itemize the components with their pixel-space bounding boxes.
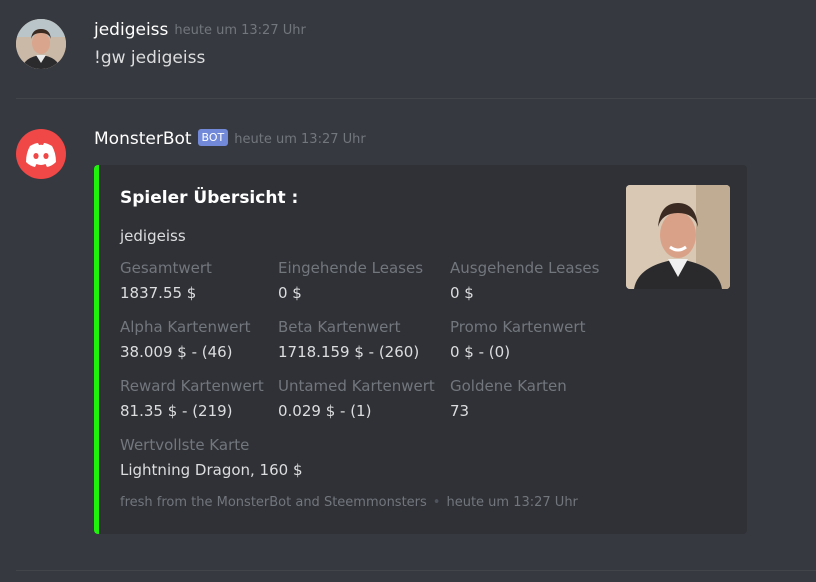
embed-field: Eingehende Leases 0 $ bbox=[278, 259, 423, 302]
bot-badge: BOT bbox=[197, 129, 229, 146]
embed-thumbnail[interactable] bbox=[626, 185, 730, 289]
footer-separator: • bbox=[432, 495, 441, 510]
embed-description: jedigeiss bbox=[120, 227, 186, 245]
embed-field: Alpha Kartenwert 38.009 $ - (46) bbox=[120, 318, 251, 361]
field-value: 73 bbox=[450, 402, 470, 420]
footer-text: fresh from the MonsterBot and Steemmonst… bbox=[120, 495, 427, 510]
message-content: !gw jedigeiss bbox=[94, 48, 206, 68]
bot-embed: Spieler Übersicht : jedigeiss Gesamtwert… bbox=[94, 165, 747, 534]
person-photo-icon bbox=[626, 185, 730, 289]
field-value: 38.009 $ - (46) bbox=[120, 343, 233, 361]
field-value: Lightning Dragon, 160 $ bbox=[120, 461, 303, 479]
embed-footer: fresh from the MonsterBot and Steemmonst… bbox=[120, 495, 578, 510]
field-value: 1718.159 $ - (260) bbox=[278, 343, 420, 361]
username[interactable]: jedigeiss heute um 13:27 Uhr bbox=[94, 20, 306, 40]
embed-field: Gesamtwert 1837.55 $ bbox=[120, 259, 212, 302]
field-name: Gesamtwert bbox=[120, 259, 212, 277]
field-value: 81.35 $ - (219) bbox=[120, 402, 233, 420]
field-name: Ausgehende Leases bbox=[450, 259, 600, 277]
embed-field: Untamed Kartenwert 0.029 $ - (1) bbox=[278, 377, 435, 420]
embed-field: Promo Kartenwert 0 $ - (0) bbox=[450, 318, 585, 361]
field-name: Alpha Kartenwert bbox=[120, 318, 251, 336]
field-value: 0 $ bbox=[278, 284, 302, 302]
embed-title: Spieler Übersicht : bbox=[120, 188, 299, 208]
field-value: 0 $ - (0) bbox=[450, 343, 511, 361]
field-value: 0.029 $ - (1) bbox=[278, 402, 372, 420]
user-avatar[interactable] bbox=[16, 19, 66, 69]
person-avatar-icon bbox=[16, 19, 66, 69]
message-divider bbox=[16, 570, 816, 571]
message-timestamp: heute um 13:27 Uhr bbox=[174, 23, 306, 38]
field-name: Goldene Karten bbox=[450, 377, 567, 395]
bot-avatar[interactable] bbox=[16, 129, 66, 179]
field-name: Untamed Kartenwert bbox=[278, 377, 435, 395]
field-name: Eingehende Leases bbox=[278, 259, 424, 277]
bot-username[interactable]: MonsterBot BOT heute um 13:27 Uhr bbox=[94, 129, 366, 149]
field-name: Wertvollste Karte bbox=[120, 436, 250, 454]
embed-field: Reward Kartenwert 81.35 $ - (219) bbox=[120, 377, 264, 420]
author-name[interactable]: MonsterBot bbox=[94, 129, 192, 149]
discord-logo-icon bbox=[26, 143, 56, 167]
message-jedigeiss: jedigeiss heute um 13:27 Uhr !gw jedigeis… bbox=[0, 0, 816, 98]
embed-field: Goldene Karten 73 bbox=[450, 377, 567, 420]
embed-field: Beta Kartenwert 1718.159 $ - (260) bbox=[278, 318, 419, 361]
embed-field: Wertvollste Karte Lightning Dragon, 160 … bbox=[120, 436, 303, 479]
field-name: Reward Kartenwert bbox=[120, 377, 264, 395]
embed-field: Ausgehende Leases 0 $ bbox=[450, 259, 599, 302]
message-timestamp: heute um 13:27 Uhr bbox=[234, 132, 366, 147]
field-value: 0 $ bbox=[450, 284, 474, 302]
field-name: Promo Kartenwert bbox=[450, 318, 586, 336]
field-value: 1837.55 $ bbox=[120, 284, 197, 302]
field-name: Beta Kartenwert bbox=[278, 318, 401, 336]
footer-timestamp: heute um 13:27 Uhr bbox=[446, 495, 578, 510]
author-name[interactable]: jedigeiss bbox=[94, 20, 168, 40]
